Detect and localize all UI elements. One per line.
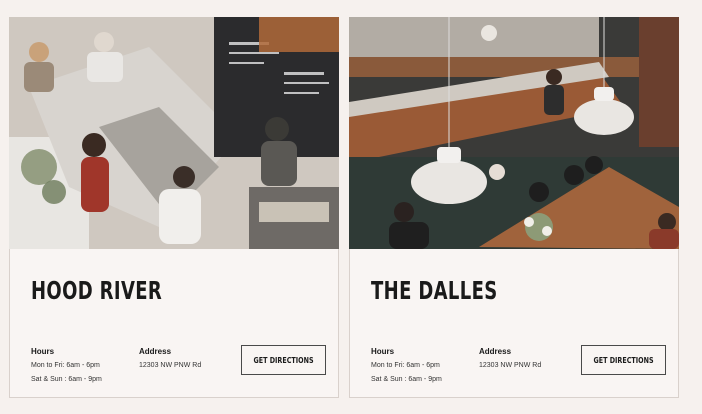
location-title: THE DALLES xyxy=(371,276,498,305)
hours-weekday: Mon to Fri: 6am - 6pm xyxy=(371,362,440,369)
location-card-the-dalles: THE DALLES Hours Mon to Fri: 6am - 6pm S… xyxy=(349,17,679,398)
hours-label: Hours xyxy=(31,347,55,356)
address-label: Address xyxy=(139,347,172,356)
cafe-photo xyxy=(349,17,679,249)
hours-weekend: Sat & Sun : 6am - 9pm xyxy=(31,376,102,383)
hours-weekday: Mon to Fri: 6am - 6pm xyxy=(31,362,100,369)
get-directions-button[interactable]: GET DIRECTIONS xyxy=(581,345,666,375)
address-value: 12303 NW PNW Rd xyxy=(139,362,202,369)
address-value: 12303 NW PNW Rd xyxy=(479,362,542,369)
hours-weekend: Sat & Sun : 6am - 9pm xyxy=(371,376,442,383)
get-directions-label: GET DIRECTIONS xyxy=(253,355,314,365)
address-label: Address xyxy=(479,347,512,356)
get-directions-label: GET DIRECTIONS xyxy=(593,355,654,365)
get-directions-button[interactable]: GET DIRECTIONS xyxy=(241,345,326,375)
location-title: HOOD RIVER xyxy=(31,276,163,305)
cafe-photo xyxy=(9,17,339,249)
location-card-hood-river: HOOD RIVER Hours Mon to Fri: 6am - 6pm S… xyxy=(9,17,339,398)
hours-label: Hours xyxy=(371,347,395,356)
